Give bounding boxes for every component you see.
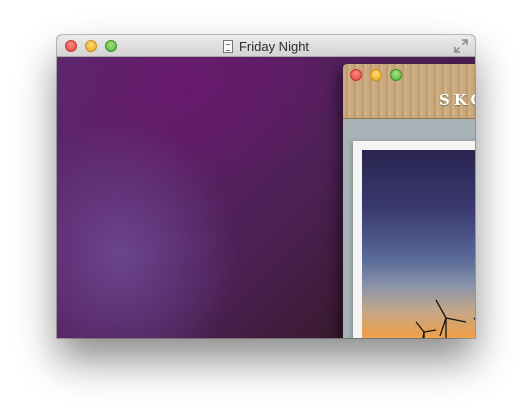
window-title-group: Friday Night bbox=[57, 35, 475, 57]
inner-app-window[interactable]: SKO bbox=[343, 64, 475, 338]
inner-minimize-button[interactable] bbox=[370, 69, 382, 81]
inner-window-titlebar[interactable]: SKO bbox=[343, 64, 475, 119]
window-title: Friday Night bbox=[238, 38, 310, 54]
photo-frame[interactable] bbox=[353, 141, 475, 338]
fullscreen-arrows-icon[interactable] bbox=[454, 39, 468, 53]
inner-window-heading: SKO bbox=[439, 91, 475, 109]
document-icon[interactable] bbox=[222, 39, 233, 53]
inner-window-body bbox=[343, 119, 475, 338]
friday-night-window: Friday Night SKO bbox=[57, 35, 475, 338]
inner-close-button[interactable] bbox=[350, 69, 362, 81]
wind-turbine-icon bbox=[415, 299, 475, 338]
wind-turbines-photo[interactable] bbox=[362, 150, 475, 338]
inner-zoom-button[interactable] bbox=[390, 69, 402, 81]
window-titlebar[interactable]: Friday Night bbox=[57, 35, 475, 57]
